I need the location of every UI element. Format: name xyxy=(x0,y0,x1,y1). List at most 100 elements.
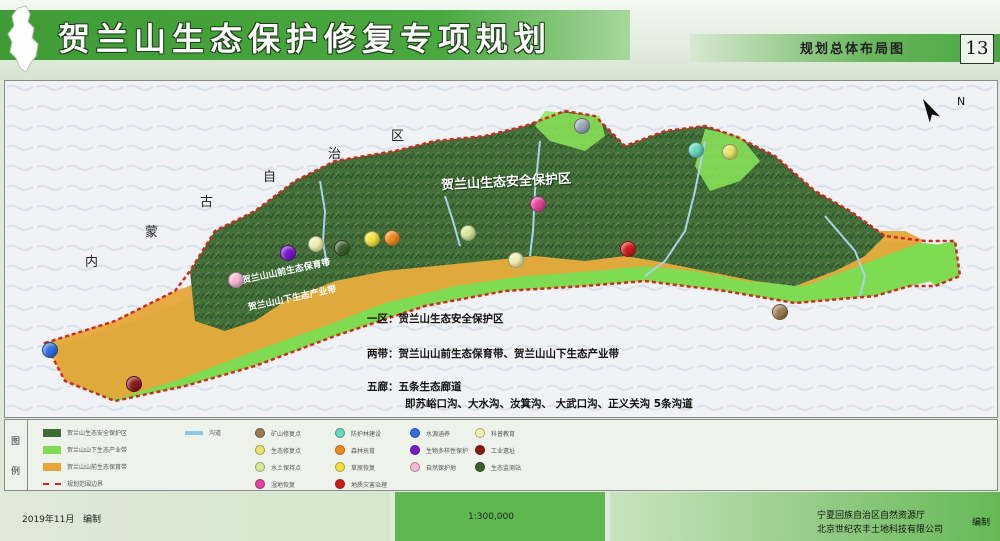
annotation-corridor-detail: 即苏峪口沟、大水沟、汝箕沟、 大武口沟、正义关沟 5条沟道 xyxy=(405,398,693,410)
legend-dot-icon xyxy=(255,479,265,489)
legend-dot-icon xyxy=(335,479,345,489)
legend-label: 森林抚育 xyxy=(351,447,376,455)
annotation-belts: 两带：贺兰山山前生态保育带、贺兰山山下生态产业带 xyxy=(367,348,619,360)
region-label-2: 蒙 xyxy=(145,225,159,240)
legend-dot-icon xyxy=(475,462,485,472)
legend-river-icon xyxy=(185,430,203,435)
legend-item: 草原恢复 xyxy=(335,462,375,472)
legend-dot-icon xyxy=(335,445,345,455)
legend-boundary-icon xyxy=(43,482,61,485)
project-point-icon[interactable] xyxy=(772,304,788,320)
footer-date: 2019年11月 编制 xyxy=(22,512,101,525)
legend-item: 贺兰山山前生态保育带 xyxy=(43,462,127,471)
legend-item: 工业遗址 xyxy=(475,445,515,455)
legend-item: 自然保护地 xyxy=(410,462,456,472)
legend-item: 沟道 xyxy=(185,428,221,437)
org-name-2: 北京世纪农丰土地科技有限公司 xyxy=(817,525,944,535)
legend-label: 湿地恢复 xyxy=(271,481,296,489)
legend-tag-char-1: 图 xyxy=(11,437,21,447)
legend-item: 规划范围边界 xyxy=(43,479,103,488)
edit-label: 编制 xyxy=(82,515,101,525)
sheet-number: 13 xyxy=(960,34,994,64)
legend-label: 贺兰山生态安全保护区 xyxy=(67,430,128,437)
legend-label: 科普教育 xyxy=(491,430,516,438)
legend-label: 生态修复点 xyxy=(271,447,302,455)
legend-label: 生态监测站 xyxy=(491,464,522,472)
org-name-1: 宁夏回族自治区自然资源厅 xyxy=(817,511,926,521)
region-label-5: 治 xyxy=(328,147,342,162)
legend-label: 水土保持点 xyxy=(271,464,302,472)
date-text: 2019年11月 xyxy=(22,515,75,525)
legend-dot-icon xyxy=(255,445,265,455)
project-point-icon[interactable] xyxy=(42,342,58,358)
legend-tag: 图 例 xyxy=(5,420,28,490)
project-point-icon[interactable] xyxy=(574,118,590,134)
legend-item: 森林抚育 xyxy=(335,445,375,455)
project-point-icon[interactable] xyxy=(280,245,296,261)
legend-label: 贺兰山山下生态产业带 xyxy=(67,447,128,454)
legend-label: 规划范围边界 xyxy=(67,481,104,488)
map-svg: N xyxy=(5,81,997,417)
scale-text: 1:300,000 xyxy=(468,512,514,522)
header-bar: 贺兰山生态保护修复专项规划 规划总体布局图 13 xyxy=(0,0,1000,80)
legend-dot-icon xyxy=(410,462,420,472)
region-label-4: 自 xyxy=(263,170,277,185)
project-point-icon[interactable] xyxy=(228,272,244,288)
legend-label: 沟道 xyxy=(209,430,222,437)
region-label-6: 区 xyxy=(391,129,405,144)
project-point-icon[interactable] xyxy=(126,376,142,392)
legend-item: 贺兰山山下生态产业带 xyxy=(43,445,127,454)
legend-label: 贺兰山山前生态保育带 xyxy=(67,464,128,471)
project-point-icon[interactable] xyxy=(688,142,704,158)
legend-dot-icon xyxy=(410,428,420,438)
project-point-icon[interactable] xyxy=(308,236,324,252)
map-subtitle: 规划总体布局图 xyxy=(800,42,906,57)
project-point-icon[interactable] xyxy=(530,196,546,212)
map-canvas[interactable]: N 内 蒙 古 自 治 区 贺兰山生态安全保护区 贺兰山山前生态保育带 贺兰山山… xyxy=(4,80,998,418)
legend-dot-icon xyxy=(335,428,345,438)
region-label-3: 古 xyxy=(200,195,214,210)
legend-label: 水源涵养 xyxy=(426,430,451,438)
legend-dot-icon xyxy=(335,462,345,472)
project-point-icon[interactable] xyxy=(460,225,476,241)
legend-dot-icon xyxy=(410,445,420,455)
legend-label: 工业遗址 xyxy=(491,447,516,455)
legend-swatch-icon xyxy=(43,445,61,454)
legend-label: 草原恢复 xyxy=(351,464,376,472)
legend-dot-icon xyxy=(475,445,485,455)
legend-item: 水土保持点 xyxy=(255,462,301,472)
legend-swatch-icon xyxy=(43,462,61,471)
legend-dot-icon xyxy=(255,428,265,438)
legend-item: 水源涵养 xyxy=(410,428,450,438)
legend-panel: 图 例 贺兰山生态安全保护区 贺兰山山下生态产业带 贺兰山山前生态保育带 规划范围边界… xyxy=(4,419,998,491)
project-point-icon[interactable] xyxy=(620,241,636,257)
legend-item: 科普教育 xyxy=(475,428,515,438)
page-title: 贺兰山生态保护修复专项规划 xyxy=(58,20,553,58)
project-point-icon[interactable] xyxy=(334,240,350,256)
legend-item: 湿地恢复 xyxy=(255,479,295,489)
legend-tag-char-2: 例 xyxy=(11,467,21,477)
project-point-icon[interactable] xyxy=(364,231,380,247)
project-point-icon[interactable] xyxy=(508,252,524,268)
legend-label: 生物多样性保护 xyxy=(426,447,469,455)
legend-dot-icon xyxy=(255,462,265,472)
legend-item: 防护林建设 xyxy=(335,428,381,438)
legend-item: 地质灾害治理 xyxy=(335,479,387,489)
north-label: N xyxy=(957,95,965,108)
project-point-icon[interactable] xyxy=(384,230,400,246)
legend-swatch-icon xyxy=(43,428,61,437)
edit-label-2: 编制 xyxy=(972,518,991,528)
legend-label: 矿山修复点 xyxy=(271,430,302,438)
legend-item: 生物多样性保护 xyxy=(410,445,468,455)
legend-item: 生态修复点 xyxy=(255,445,301,455)
legend-item: 贺兰山生态安全保护区 xyxy=(43,428,127,437)
legend-label: 防护林建设 xyxy=(351,430,382,438)
ningxia-outline-icon xyxy=(7,5,39,73)
annotation-corridors: 五廊：五条生态廊道 xyxy=(367,381,462,393)
legend-item: 生态监测站 xyxy=(475,462,521,472)
project-point-icon[interactable] xyxy=(722,144,738,160)
legend-label: 地质灾害治理 xyxy=(351,481,388,489)
region-label-1: 内 xyxy=(85,255,99,270)
legend-label: 自然保护地 xyxy=(426,464,457,472)
legend-dot-icon xyxy=(475,428,485,438)
